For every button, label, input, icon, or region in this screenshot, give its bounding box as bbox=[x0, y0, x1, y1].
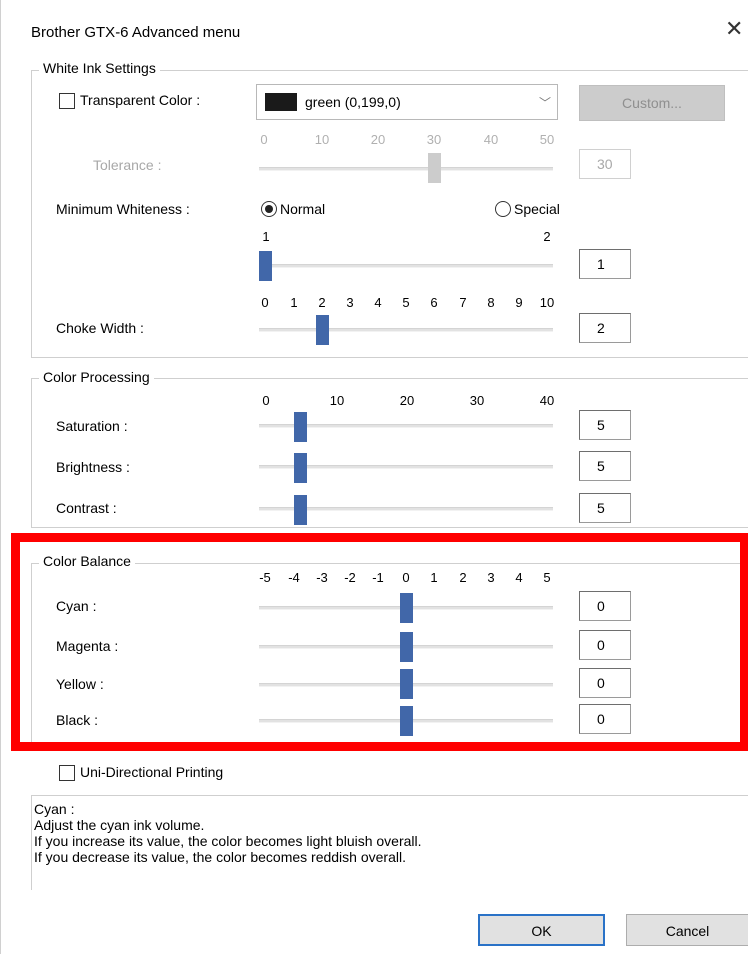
advanced-menu-dialog: Brother GTX-6 Advanced menu ✕ White Ink … bbox=[0, 0, 748, 954]
dialog-title: Brother GTX-6 Advanced menu bbox=[31, 24, 241, 41]
title-bar: Brother GTX-6 Advanced menu ✕ bbox=[1, 0, 748, 56]
brightness-value-field[interactable]: 5 bbox=[579, 451, 631, 481]
balance-tick-label: 5 bbox=[543, 570, 551, 585]
balance-tick-label: 0 bbox=[402, 570, 410, 585]
balance-tick-label: 2 bbox=[459, 570, 467, 585]
normal-radio[interactable] bbox=[261, 201, 277, 217]
choke-tick-label: 4 bbox=[374, 295, 382, 310]
contrast-slider-thumb[interactable] bbox=[294, 495, 307, 525]
transparent-color-checkbox[interactable] bbox=[59, 93, 75, 109]
tolerance-slider-track bbox=[259, 167, 553, 171]
black-value-field[interactable]: 0 bbox=[579, 704, 631, 734]
description-line: Adjust the cyan ink volume. bbox=[34, 817, 205, 833]
choke-tick-label: 1 bbox=[290, 295, 298, 310]
processing-tick-label: 0 bbox=[262, 393, 270, 408]
balance-tick-label: 4 bbox=[515, 570, 523, 585]
balance-tick-label: -3 bbox=[316, 570, 328, 585]
saturation-label: Saturation : bbox=[56, 418, 128, 434]
processing-tick-label: 20 bbox=[399, 393, 415, 408]
processing-tick-label: 30 bbox=[469, 393, 485, 408]
brightness-label: Brightness : bbox=[56, 459, 130, 475]
black-label: Black : bbox=[56, 712, 99, 728]
color-balance-label: Color Balance bbox=[39, 553, 135, 569]
black-slider-thumb[interactable] bbox=[400, 706, 413, 736]
choke-width-label: Choke Width : bbox=[56, 320, 144, 336]
tolerance-tick-label: 10 bbox=[314, 132, 330, 147]
tolerance-tick-label: 40 bbox=[483, 132, 499, 147]
magenta-value-field[interactable]: 0 bbox=[579, 630, 631, 660]
processing-tick-label: 10 bbox=[329, 393, 345, 408]
choke-tick-label: 8 bbox=[487, 295, 495, 310]
description-line: Cyan : bbox=[34, 801, 75, 817]
whiteness-value-field[interactable]: 1 bbox=[579, 249, 631, 279]
choke-tick-label: 0 bbox=[261, 295, 269, 310]
color-balance-group bbox=[31, 563, 748, 743]
choke-tick-label: 7 bbox=[459, 295, 467, 310]
whiteness-tick-label: 1 bbox=[262, 229, 270, 244]
white-ink-settings-label: White Ink Settings bbox=[39, 60, 160, 76]
contrast-value-field[interactable]: 5 bbox=[579, 493, 631, 523]
tolerance-label: Tolerance : bbox=[93, 157, 162, 173]
choke-tick-label: 10 bbox=[539, 295, 555, 310]
description-box: Cyan : Adjust the cyan ink volume. If yo… bbox=[31, 795, 748, 890]
tolerance-value-field[interactable]: 30 bbox=[579, 149, 631, 179]
description-line: If you decrease its value, the color bec… bbox=[34, 849, 406, 865]
tolerance-tick-label: 50 bbox=[539, 132, 555, 147]
close-icon[interactable]: ✕ bbox=[725, 18, 743, 40]
whiteness-slider-track bbox=[259, 264, 553, 268]
balance-tick-label: -1 bbox=[372, 570, 384, 585]
balance-tick-label: -4 bbox=[288, 570, 300, 585]
magenta-slider-thumb[interactable] bbox=[400, 632, 413, 662]
tolerance-tick-label: 0 bbox=[260, 132, 268, 147]
color-swatch bbox=[265, 93, 297, 111]
transparent-color-label: Transparent Color : bbox=[80, 92, 201, 108]
normal-radio-label: Normal bbox=[280, 201, 326, 217]
choke-tick-label: 6 bbox=[430, 295, 438, 310]
magenta-label: Magenta : bbox=[56, 638, 119, 654]
saturation-value-field[interactable]: 5 bbox=[579, 410, 631, 440]
choke-tick-label: 3 bbox=[346, 295, 354, 310]
cyan-value-field[interactable]: 0 bbox=[579, 591, 631, 621]
uni-directional-checkbox[interactable] bbox=[59, 765, 75, 781]
choke-width-slider-track bbox=[259, 328, 553, 332]
choke-width-value-field[interactable]: 2 bbox=[579, 313, 631, 343]
balance-tick-label: -2 bbox=[344, 570, 356, 585]
saturation-slider-thumb[interactable] bbox=[294, 412, 307, 442]
cancel-button[interactable]: Cancel bbox=[626, 914, 748, 946]
contrast-label: Contrast : bbox=[56, 500, 117, 516]
yellow-slider-thumb[interactable] bbox=[400, 669, 413, 699]
transparent-color-value: green (0,199,0) bbox=[305, 94, 401, 110]
balance-tick-label: -5 bbox=[259, 570, 271, 585]
whiteness-tick-label: 2 bbox=[543, 229, 551, 244]
custom-color-button[interactable]: Custom... bbox=[579, 85, 725, 121]
transparent-color-select[interactable]: green (0,199,0) ﹀ bbox=[256, 84, 558, 120]
color-processing-group bbox=[31, 378, 748, 528]
choke-width-slider-thumb[interactable] bbox=[316, 315, 329, 345]
choke-tick-label: 2 bbox=[318, 295, 326, 310]
cyan-slider-thumb[interactable] bbox=[400, 593, 413, 623]
processing-tick-label: 40 bbox=[539, 393, 555, 408]
chevron-down-icon: ﹀ bbox=[539, 96, 552, 110]
special-radio[interactable] bbox=[495, 201, 511, 217]
yellow-label: Yellow : bbox=[56, 676, 104, 692]
cyan-label: Cyan : bbox=[56, 598, 97, 614]
uni-directional-label: Uni-Directional Printing bbox=[80, 764, 224, 780]
description-line: If you increase its value, the color bec… bbox=[34, 833, 422, 849]
tolerance-slider-thumb[interactable] bbox=[428, 153, 441, 183]
tolerance-tick-label: 20 bbox=[370, 132, 386, 147]
yellow-value-field[interactable]: 0 bbox=[579, 668, 631, 698]
tolerance-tick-label: 30 bbox=[426, 132, 442, 147]
balance-tick-label: 1 bbox=[430, 570, 438, 585]
ok-button[interactable]: OK bbox=[478, 914, 605, 946]
whiteness-slider-thumb[interactable] bbox=[259, 251, 272, 281]
brightness-slider-thumb[interactable] bbox=[294, 453, 307, 483]
minimum-whiteness-label: Minimum Whiteness : bbox=[56, 201, 190, 217]
color-processing-label: Color Processing bbox=[39, 369, 154, 385]
balance-tick-label: 3 bbox=[487, 570, 495, 585]
choke-tick-label: 5 bbox=[402, 295, 410, 310]
choke-tick-label: 9 bbox=[515, 295, 523, 310]
special-radio-label: Special bbox=[514, 201, 560, 217]
